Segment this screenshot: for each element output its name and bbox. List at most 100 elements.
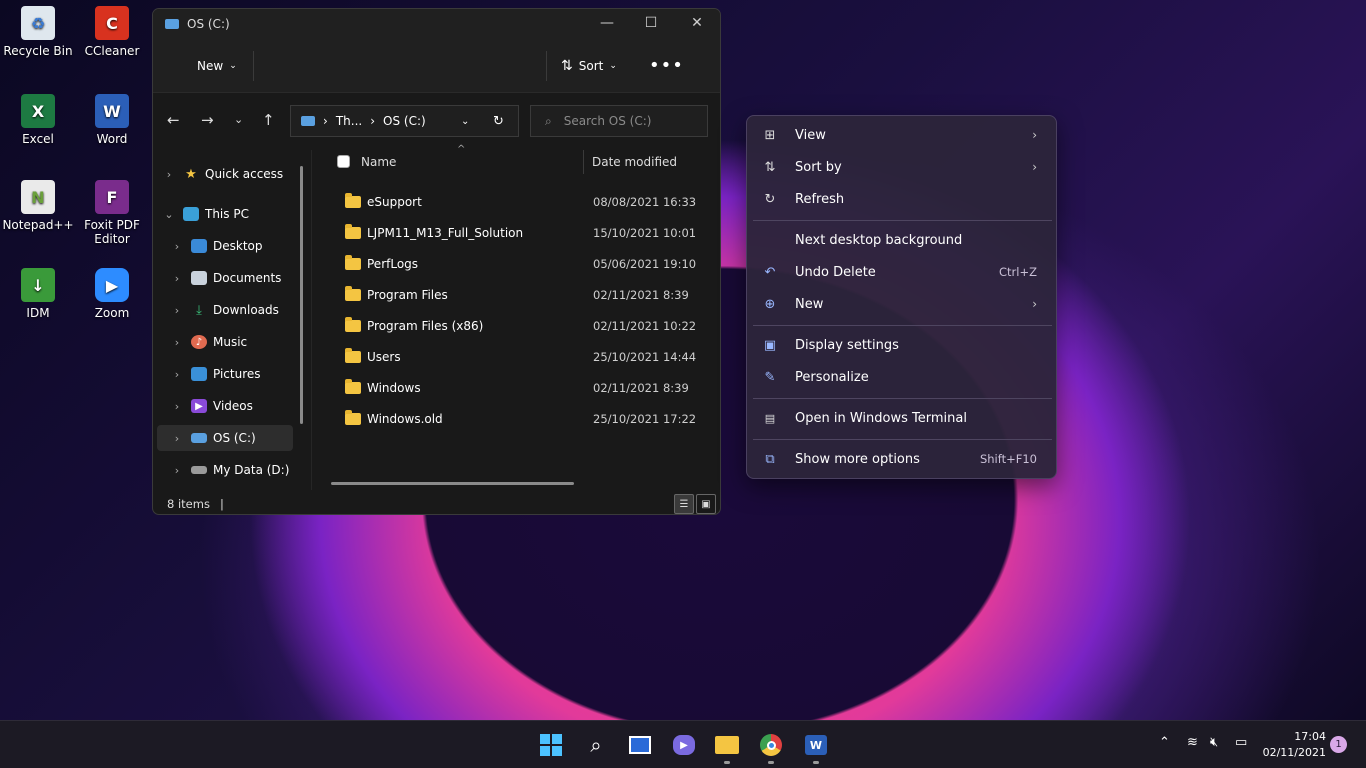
file-row[interactable]: PerfLogs 05/06/2021 19:10 — [315, 248, 715, 279]
pictures-icon — [191, 367, 207, 381]
close-button[interactable]: ✕ — [677, 15, 717, 31]
desktop-icon-notepad-plus-plus[interactable]: N Notepad++ — [0, 180, 76, 232]
file-row[interactable]: Users 25/10/2021 14:44 — [315, 341, 715, 372]
file-row[interactable]: Windows 02/11/2021 8:39 — [315, 372, 715, 403]
column-header-name[interactable]: Name — [361, 150, 396, 174]
back-button[interactable]: ← — [167, 111, 180, 129]
folder-icon — [345, 223, 361, 239]
nav-item-this-pc[interactable]: ⌄ This PC — [161, 201, 301, 227]
file-row[interactable]: Program Files (x86) 02/11/2021 10:22 — [315, 310, 715, 341]
nav-item-documents[interactable]: › Documents — [169, 265, 309, 291]
file-list-scrollbar[interactable] — [331, 482, 574, 485]
nav-item-quick-access[interactable]: › ★ Quick access — [161, 161, 301, 187]
desktop-icon-label: Excel — [22, 132, 54, 146]
menu-item-undo-delete[interactable]: ↶ Undo Delete Ctrl+Z — [753, 257, 1052, 287]
up-button[interactable]: ↑ — [262, 111, 275, 129]
recent-locations-button[interactable]: ⌄ — [234, 113, 243, 126]
volume-muted-icon[interactable]: 🔇︎ — [1210, 735, 1218, 750]
search-button[interactable]: ⌕ — [583, 732, 609, 758]
nav-item-pictures[interactable]: › Pictures — [169, 361, 309, 387]
menu-item-view[interactable]: ⊞ View › — [753, 120, 1052, 150]
desktop-icon-excel[interactable]: X Excel — [0, 94, 76, 146]
chevron-right-icon[interactable]: › — [169, 432, 185, 445]
more-options-button[interactable]: ••• — [649, 55, 684, 76]
nav-item-videos[interactable]: › ▶ Videos — [169, 393, 309, 419]
chevron-right-icon[interactable]: › — [169, 240, 185, 253]
menu-item-refresh[interactable]: ↻ Refresh — [753, 184, 1052, 214]
forward-button[interactable]: → — [201, 111, 214, 129]
chevron-right-icon[interactable]: › — [169, 464, 185, 477]
file-row[interactable]: LJPM11_M13_Full_Solution 15/10/2021 10:0… — [315, 217, 715, 248]
file-row[interactable]: Windows.old 25/10/2021 17:22 — [315, 403, 715, 434]
folder-icon — [345, 347, 361, 363]
desktop-icon-label: Zoom — [94, 306, 130, 320]
menu-item-personalize[interactable]: ✎ Personalize — [753, 362, 1052, 392]
task-view-button[interactable] — [627, 732, 653, 758]
nav-item-music[interactable]: › ♪ Music — [169, 329, 309, 355]
file-explorer-taskbar-button[interactable] — [714, 732, 740, 758]
chevron-right-icon[interactable]: › — [161, 168, 177, 181]
chevron-right-icon[interactable]: › — [169, 368, 185, 381]
notification-badge[interactable]: 1 — [1330, 736, 1347, 753]
breadcrumb-this-pc[interactable]: Th... — [336, 114, 362, 128]
chevron-right-icon[interactable]: › — [169, 336, 185, 349]
terminal-icon: ▤ — [764, 411, 776, 425]
menu-separator — [753, 325, 1052, 326]
breadcrumb-os-c[interactable]: OS (C:) — [383, 114, 426, 128]
chevron-right-icon[interactable]: › — [169, 304, 185, 317]
file-row[interactable]: eSupport 08/08/2021 16:33 — [315, 186, 715, 217]
nav-item-label: Music — [213, 335, 248, 349]
chevron-right-icon[interactable]: › — [169, 400, 185, 413]
column-header-date[interactable]: Date modified — [592, 150, 677, 174]
menu-item-label: Display settings — [795, 337, 899, 353]
refresh-icon[interactable]: ↻ — [493, 114, 504, 129]
menu-item-label: Sort by — [795, 159, 842, 175]
pane-divider[interactable] — [311, 150, 312, 490]
desktop-icon-ccleaner[interactable]: C CCleaner — [74, 6, 150, 58]
search-input[interactable]: ⌕ Search OS (C:) — [530, 105, 708, 137]
title-bar[interactable]: OS (C:) — ☐ ✕ — [153, 9, 720, 39]
menu-item-show-more[interactable]: ⧉ Show more options Shift+F10 — [753, 444, 1052, 474]
details-view-button[interactable]: ☰ — [674, 494, 694, 514]
desktop-icon-foxit[interactable]: F Foxit PDF Editor — [74, 180, 150, 246]
column-separator[interactable] — [583, 150, 584, 174]
clock[interactable]: 17:04 02/11/2021 — [1262, 729, 1326, 761]
desktop-icon-word[interactable]: W Word — [74, 94, 150, 146]
chevron-up-icon[interactable]: ⌃ — [1159, 735, 1170, 750]
chevron-right-icon[interactable]: › — [169, 272, 185, 285]
chrome-taskbar-button[interactable] — [758, 732, 784, 758]
wifi-icon[interactable]: ≋ — [1187, 735, 1198, 750]
file-row[interactable]: Program Files 02/11/2021 8:39 — [315, 279, 715, 310]
excel-icon: X — [21, 94, 55, 128]
nav-item-downloads[interactable]: › ⤓ Downloads — [169, 297, 309, 323]
menu-item-next-background[interactable]: Next desktop background — [753, 225, 1052, 255]
menu-item-open-terminal[interactable]: ▤ Open in Windows Terminal — [753, 403, 1052, 433]
column-label: Name — [361, 155, 397, 169]
nav-item-os-c[interactable]: › OS (C:) — [157, 425, 293, 451]
nav-item-my-data[interactable]: › My Data (D:) — [169, 457, 309, 483]
nav-pane-scrollbar[interactable] — [300, 166, 303, 424]
menu-item-new[interactable]: ⊕ New › — [753, 289, 1052, 319]
sort-button[interactable]: ⇅ Sort ⌄ — [561, 58, 617, 74]
nav-item-desktop[interactable]: › Desktop — [169, 233, 309, 259]
chat-button[interactable]: ▶ — [671, 732, 697, 758]
menu-item-sort-by[interactable]: ⇅ Sort by › — [753, 152, 1052, 182]
minimize-button[interactable]: — — [587, 15, 627, 31]
text-cursor: | — [219, 496, 224, 511]
desktop-icon-recycle-bin[interactable]: ♻ Recycle Bin — [0, 6, 76, 58]
start-button[interactable] — [538, 732, 564, 758]
maximize-button[interactable]: ☐ — [631, 15, 671, 31]
desktop-icon-zoom[interactable]: ▶ Zoom — [74, 268, 150, 320]
battery-icon[interactable]: ▭ — [1235, 735, 1247, 750]
menu-item-display-settings[interactable]: ▣ Display settings — [753, 330, 1052, 360]
desktop-icon-idm[interactable]: ↓ IDM — [0, 268, 76, 320]
tiles-view-button[interactable]: ▣ — [696, 494, 716, 514]
word-taskbar-button[interactable]: W — [803, 732, 829, 758]
address-bar[interactable]: › Th... › OS (C:) ⌄ ↻ — [290, 105, 519, 137]
address-history-button[interactable]: ⌄ — [461, 116, 469, 127]
select-all-checkbox[interactable] — [337, 155, 350, 168]
nav-item-label: Downloads — [213, 303, 279, 317]
menu-item-label: View — [795, 127, 826, 143]
new-button[interactable]: New ⌄ — [197, 59, 237, 73]
chevron-down-icon[interactable]: ⌄ — [161, 208, 177, 221]
